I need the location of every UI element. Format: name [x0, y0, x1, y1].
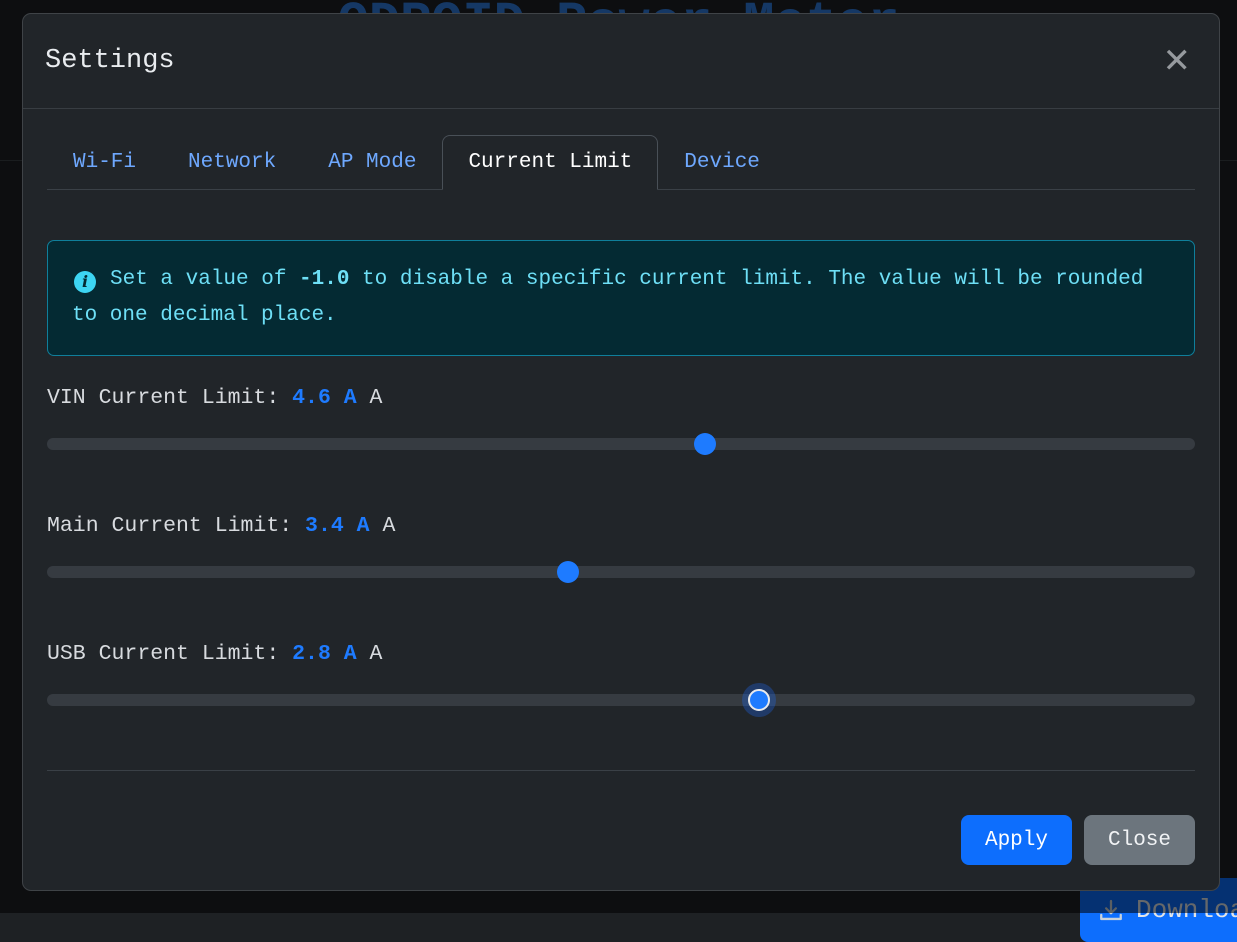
- info-icon: i: [74, 271, 96, 293]
- vin-current-limit-label-text: VIN Current Limit:: [47, 386, 292, 410]
- modal-footer: Apply Close: [23, 788, 1219, 890]
- usb-current-limit-slider-track[interactable]: [47, 694, 1195, 706]
- vin-current-limit-slider[interactable]: [47, 432, 1195, 456]
- usb-current-limit-slider[interactable]: [47, 688, 1195, 712]
- vin-current-limit-unit: A: [357, 386, 383, 410]
- modal-header: Settings ✕: [23, 14, 1219, 109]
- main-current-limit-unit: A: [370, 514, 396, 538]
- close-icon[interactable]: ✕: [1161, 44, 1194, 78]
- main-current-limit-group: Main Current Limit: 3.4 A A: [47, 514, 1195, 584]
- main-current-limit-label: Main Current Limit: 3.4 A A: [47, 514, 1195, 538]
- tab-bar: Wi-FiNetworkAP ModeCurrent LimitDevice: [47, 135, 1195, 190]
- usb-current-limit-label-text: USB Current Limit:: [47, 642, 292, 666]
- tab-ap-mode[interactable]: AP Mode: [302, 135, 442, 190]
- main-current-limit-value: 3.4 A: [305, 514, 370, 538]
- modal-title: Settings: [45, 46, 175, 76]
- tab-network[interactable]: Network: [162, 135, 302, 190]
- vin-current-limit-slider-thumb[interactable]: [694, 433, 716, 455]
- vin-current-limit-group: VIN Current Limit: 4.6 A A: [47, 386, 1195, 456]
- usb-current-limit-group: USB Current Limit: 2.8 A A: [47, 642, 1195, 712]
- tab-device[interactable]: Device: [658, 135, 786, 190]
- alert-highlight-value: -1.0: [299, 268, 349, 291]
- info-alert-text: Set a value of -1.0 to disable a specifi…: [72, 268, 1143, 327]
- footer-divider: [47, 770, 1195, 771]
- apply-button[interactable]: Apply: [961, 815, 1072, 865]
- main-current-limit-slider[interactable]: [47, 560, 1195, 584]
- usb-current-limit-label: USB Current Limit: 2.8 A A: [47, 642, 1195, 666]
- main-current-limit-slider-track[interactable]: [47, 566, 1195, 578]
- vin-current-limit-value: 4.6 A: [292, 386, 357, 410]
- vin-current-limit-slider-track[interactable]: [47, 438, 1195, 450]
- main-current-limit-label-text: Main Current Limit:: [47, 514, 305, 538]
- modal-body: Wi-FiNetworkAP ModeCurrent LimitDevice i…: [23, 109, 1219, 788]
- main-current-limit-slider-thumb[interactable]: [557, 561, 579, 583]
- usb-current-limit-unit: A: [357, 642, 383, 666]
- info-alert: iSet a value of -1.0 to disable a specif…: [47, 240, 1195, 356]
- close-button[interactable]: Close: [1084, 815, 1195, 865]
- tab-wi-fi[interactable]: Wi-Fi: [47, 135, 162, 190]
- tab-current-limit[interactable]: Current Limit: [442, 135, 658, 190]
- vin-current-limit-label: VIN Current Limit: 4.6 A A: [47, 386, 1195, 410]
- settings-modal: Settings ✕ Wi-FiNetworkAP ModeCurrent Li…: [22, 13, 1220, 891]
- usb-current-limit-slider-thumb[interactable]: [748, 689, 770, 711]
- usb-current-limit-value: 2.8 A: [292, 642, 357, 666]
- sliders-section: VIN Current Limit: 4.6 A AMain Current L…: [47, 386, 1195, 712]
